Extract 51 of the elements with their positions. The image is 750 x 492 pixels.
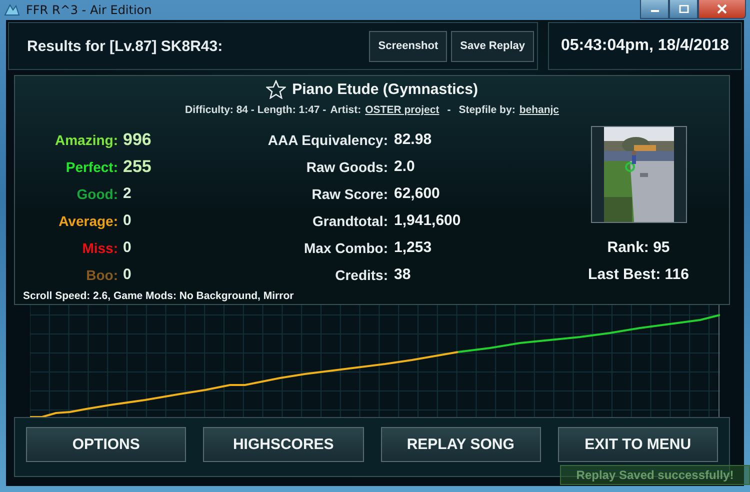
stat-label: Grandtotal: xyxy=(312,212,388,228)
window-title: FFR R^3 - Air Edition xyxy=(26,3,152,17)
artist-label: Artist: xyxy=(330,104,362,116)
header-button[interactable]: Screenshot xyxy=(369,30,448,62)
difficulty-text: Difficulty: 84 - Length: 1:47 - xyxy=(185,104,326,116)
stat-label: Credits: xyxy=(335,266,388,282)
star-icon[interactable] xyxy=(266,80,286,99)
stat-label: AAA Equivalency: xyxy=(268,132,388,148)
action-button[interactable]: OPTIONS xyxy=(26,427,186,462)
stat-value: 38 xyxy=(394,266,411,283)
artist-link[interactable]: OSTER project xyxy=(365,104,440,116)
judgment-label: Boo: xyxy=(86,266,118,282)
stepfile-author-link[interactable]: behanjc xyxy=(519,104,559,116)
stat-value: 1,253 xyxy=(394,239,432,256)
stepfile-label: Stepfile by: xyxy=(458,104,516,116)
last-best-text: Last Best: 116 xyxy=(588,266,689,283)
close-icon xyxy=(716,4,728,14)
judgment-label: Miss: xyxy=(82,240,118,256)
minimize-button[interactable] xyxy=(640,0,669,19)
stat-label: Max Combo: xyxy=(304,240,388,256)
app-icon xyxy=(4,3,20,17)
toast-message: Replay Saved successfully! xyxy=(560,465,750,485)
maximize-button[interactable] xyxy=(669,0,698,19)
action-button[interactable]: REPLAY SONG xyxy=(380,427,541,462)
maximize-icon xyxy=(678,5,688,13)
stat-label: Raw Score: xyxy=(312,186,388,202)
stat-label: Raw Goods: xyxy=(306,158,388,174)
judgment-label: Good: xyxy=(76,186,118,202)
action-button[interactable]: EXIT TO MENU xyxy=(558,427,718,462)
separator-text: - xyxy=(447,104,451,116)
song-title: Piano Etude (Gymnastics) xyxy=(292,81,478,98)
judgment-count: 255 xyxy=(123,156,152,176)
action-button[interactable]: HIGHSCORES xyxy=(203,427,364,462)
results-title: Results for [Lv.87] SK8R43: xyxy=(27,38,223,54)
judgment-label: Perfect: xyxy=(66,158,118,174)
judgment-count: 0 xyxy=(123,266,132,283)
stat-value: 2.0 xyxy=(394,158,415,175)
stat-value: 82.98 xyxy=(394,131,432,148)
judgment-count: 0 xyxy=(123,212,132,229)
datetime-text: 05:43:04pm, 18/4/2018 xyxy=(560,37,730,55)
judgment-label: Amazing: xyxy=(55,132,118,148)
judgment-label: Average: xyxy=(58,212,118,228)
stat-value: 62,600 xyxy=(394,185,440,202)
judgment-count: 996 xyxy=(123,130,152,150)
rank-text: Rank: 95 xyxy=(607,239,670,256)
judgment-count: 2 xyxy=(123,185,132,202)
close-button[interactable] xyxy=(698,0,746,19)
header-button[interactable]: Save Replay xyxy=(451,30,534,62)
stat-value: 1,941,600 xyxy=(394,212,461,229)
judgment-count: 0 xyxy=(123,239,132,256)
settings-text: Scroll Speed: 2.6, Game Mods: No Background, Mirror xyxy=(23,290,295,302)
